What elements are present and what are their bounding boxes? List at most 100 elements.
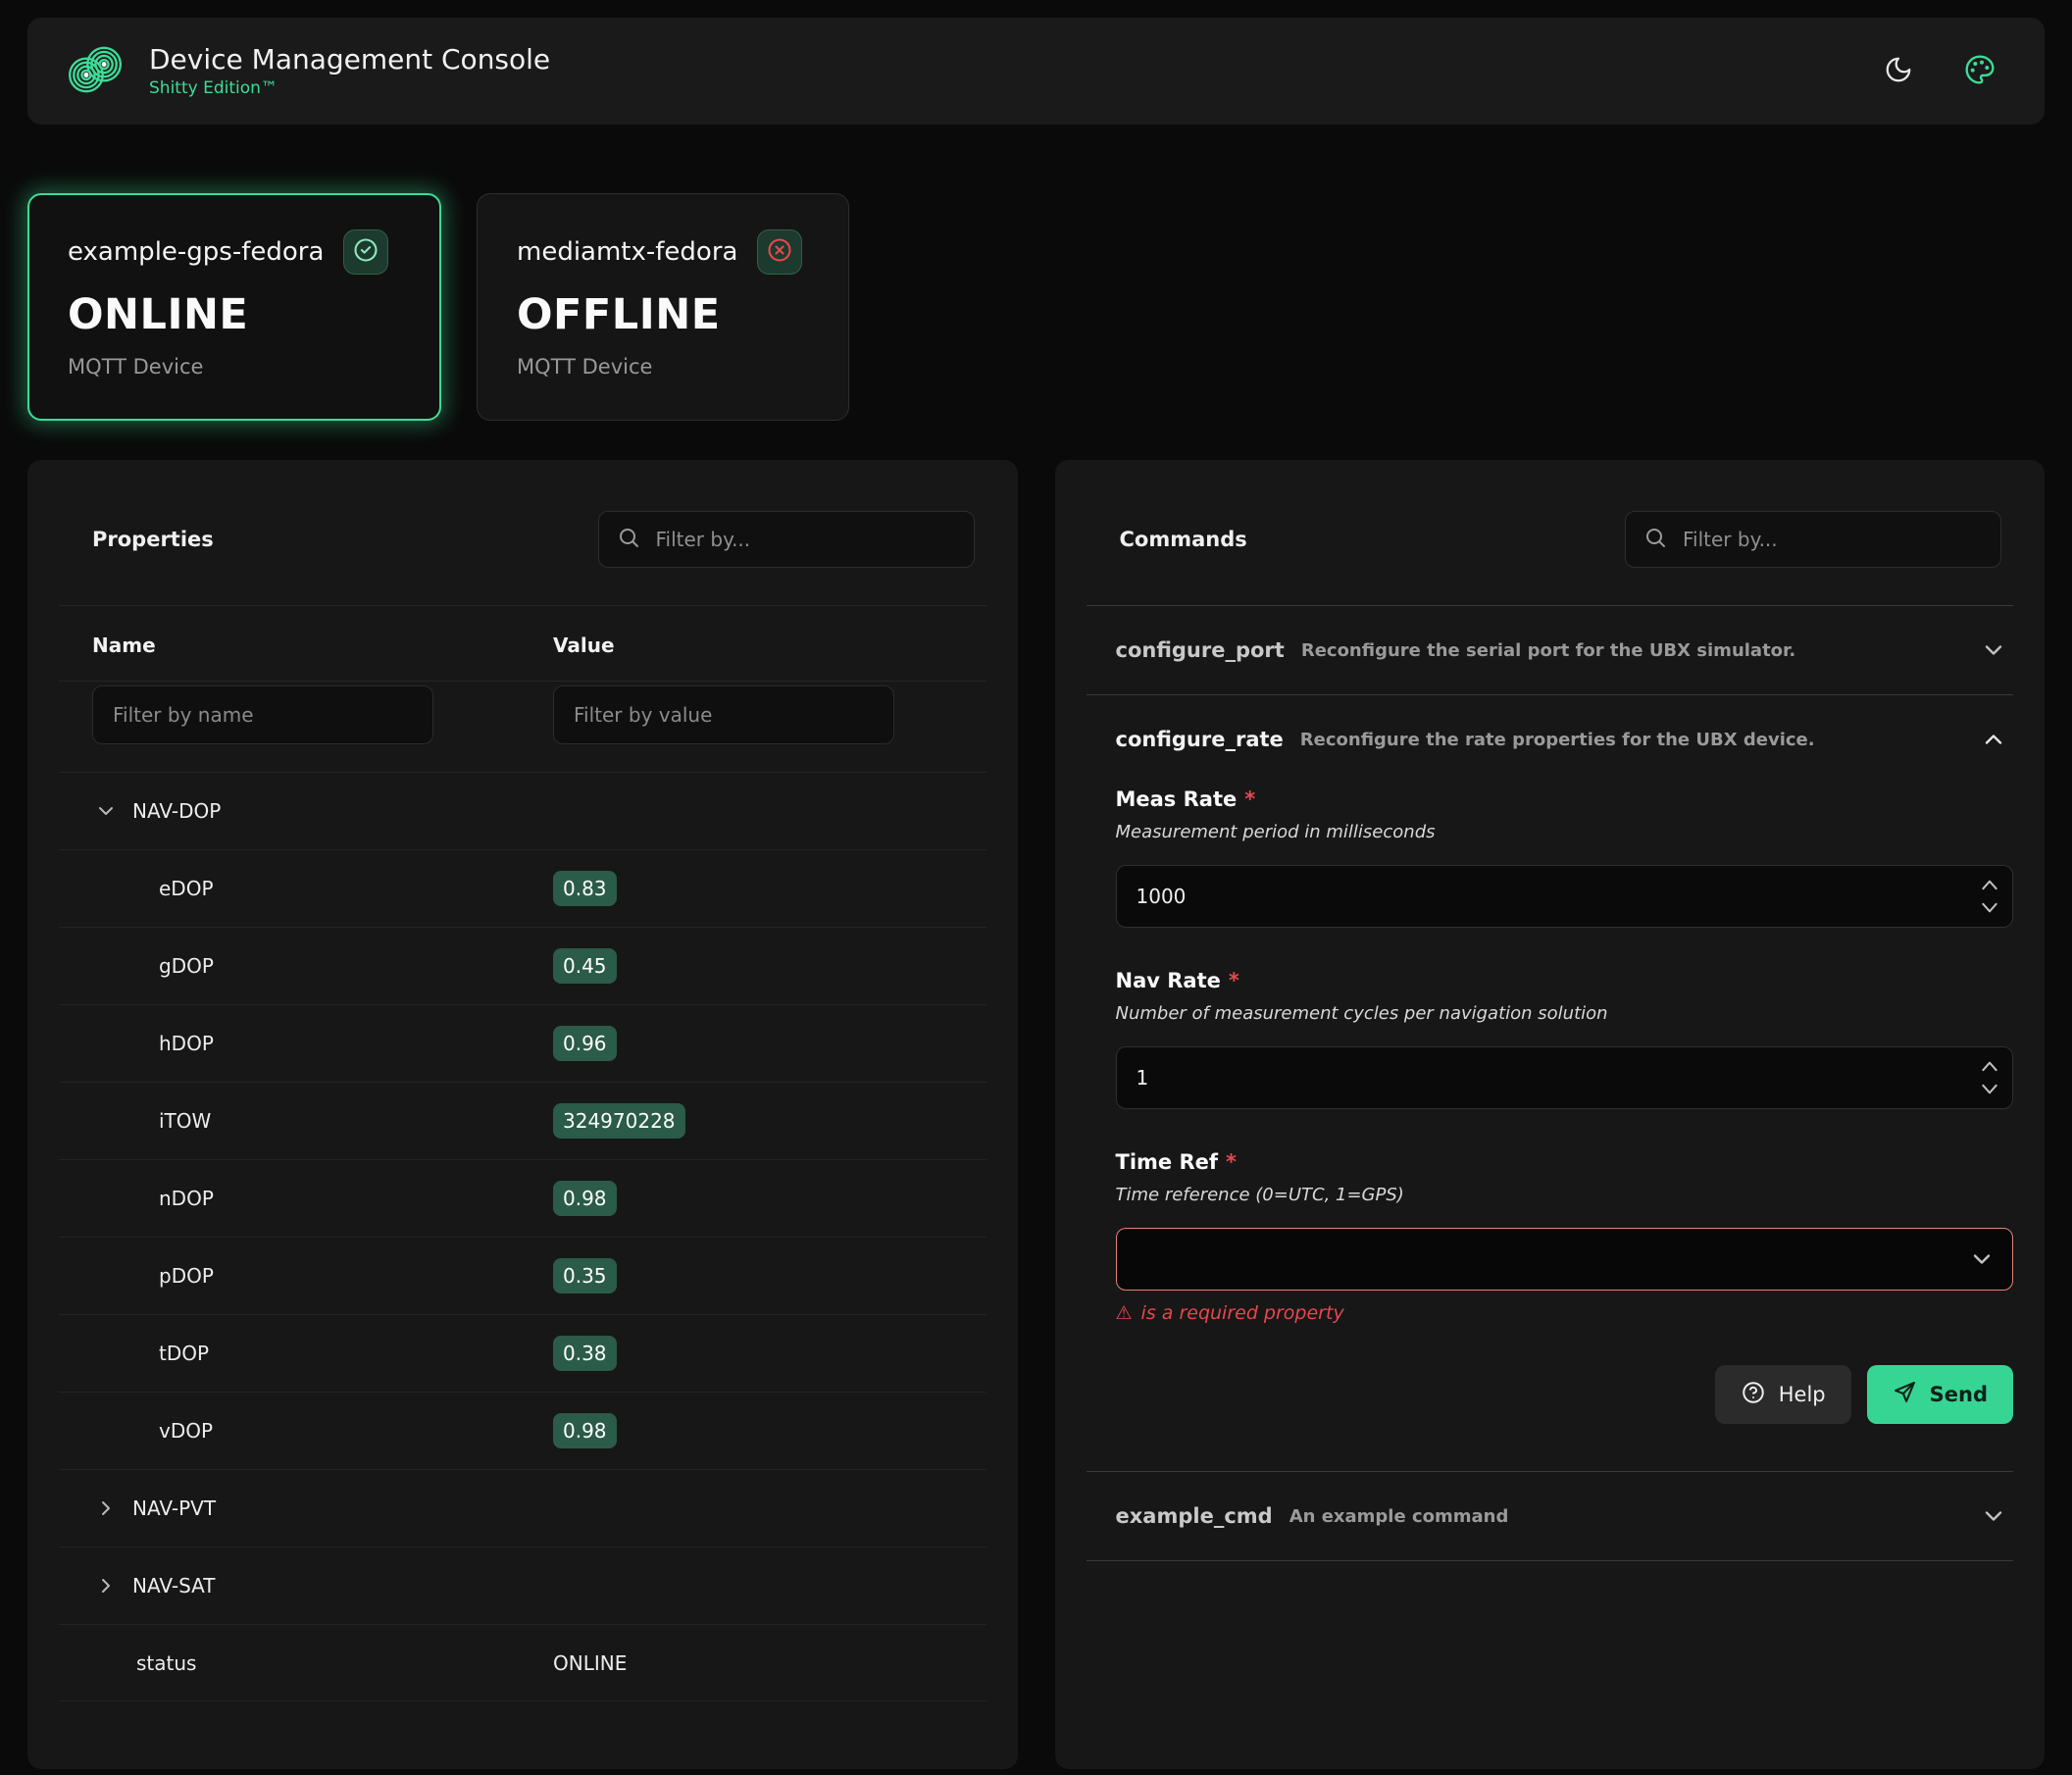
device-cards: example-gps-fedora ONLINE MQTT Device me…: [27, 193, 2045, 421]
command-description: An example command: [1289, 1506, 1509, 1527]
online-status-chip: [343, 229, 388, 275]
title-block: Device Management Console Shitty Edition…: [149, 44, 550, 98]
device-card-example-gps-fedora[interactable]: example-gps-fedora ONLINE MQTT Device: [27, 193, 441, 421]
commands-filter-box: [1625, 511, 2001, 568]
palette-icon: [1964, 54, 1996, 88]
warning-icon: ⚠: [1116, 1304, 1133, 1323]
table-row: hDOP 0.96: [59, 1004, 986, 1082]
commands-filter-input[interactable]: [1681, 527, 1983, 552]
property-name: gDOP: [59, 954, 553, 978]
help-circle-icon: [1741, 1380, 1766, 1410]
property-value-badge: 324970228: [553, 1103, 685, 1139]
value-filter-input[interactable]: [553, 685, 894, 744]
help-button[interactable]: Help: [1715, 1365, 1851, 1424]
property-name: hDOP: [59, 1032, 553, 1055]
value-column-header: Value: [553, 634, 986, 657]
field-time-ref: Time Ref* Time reference (0=UTC, 1=GPS) …: [1116, 1150, 2014, 1324]
send-button[interactable]: Send: [1867, 1365, 2013, 1424]
properties-title: Properties: [92, 528, 214, 551]
tree-group-nav-dop[interactable]: NAV-DOP: [59, 772, 986, 849]
property-value-badge: 0.38: [553, 1336, 617, 1371]
send-button-label: Send: [1930, 1383, 1988, 1406]
tree-group-nav-pvt[interactable]: NAV-PVT: [59, 1469, 986, 1547]
device-name: example-gps-fedora: [68, 237, 324, 267]
time-ref-select[interactable]: [1116, 1228, 2014, 1291]
required-asterisk: *: [1226, 1150, 1237, 1174]
command-name: configure_port: [1116, 638, 1285, 662]
x-circle-icon: [766, 236, 793, 268]
color-theme-button[interactable]: [1958, 48, 2001, 94]
commands-panel: Commands configure_port Reconfigure the …: [1055, 460, 2046, 1769]
properties-filter-box: [598, 511, 975, 568]
field-label: Nav Rate: [1116, 969, 1221, 992]
command-name: example_cmd: [1116, 1504, 1273, 1528]
field-helper: Number of measurement cycles per navigat…: [1116, 1003, 2014, 1024]
field-nav-rate: Nav Rate * Number of measurement cycles p…: [1116, 969, 2014, 1109]
property-value: ONLINE: [553, 1651, 986, 1675]
validation-error: ⚠ is a required property: [1116, 1302, 2014, 1324]
field-helper: Measurement period in milliseconds: [1116, 822, 2014, 842]
table-row: nDOP 0.98: [59, 1159, 986, 1237]
name-column-header: Name: [59, 634, 553, 657]
field-label: Meas Rate: [1116, 787, 1238, 811]
search-icon: [617, 526, 640, 553]
send-icon: [1893, 1380, 1917, 1409]
property-value-badge: 0.98: [553, 1181, 617, 1216]
required-asterisk: *: [1244, 787, 1255, 811]
check-circle-icon: [352, 236, 379, 268]
property-name: pDOP: [59, 1264, 553, 1288]
chevron-down-icon: [1980, 1502, 2007, 1530]
table-row: tDOP 0.38: [59, 1314, 986, 1392]
group-label: NAV-PVT: [132, 1496, 216, 1520]
chevron-down-icon: [1968, 1245, 1996, 1273]
property-name: status: [59, 1651, 553, 1675]
table-row: pDOP 0.35: [59, 1237, 986, 1314]
help-button-label: Help: [1779, 1383, 1826, 1406]
page: Device Management Console Shitty Edition…: [0, 0, 2072, 1775]
increment-button[interactable]: [1980, 1059, 1999, 1073]
command-example-cmd[interactable]: example_cmd An example command: [1087, 1472, 2014, 1560]
field-helper: Time reference (0=UTC, 1=GPS): [1116, 1185, 2014, 1205]
command-configure-rate[interactable]: configure_rate Reconfigure the rate prop…: [1087, 695, 2014, 784]
properties-panel: Properties Name Value: [27, 460, 1018, 1769]
property-value-badge: 0.45: [553, 948, 617, 984]
device-status: OFFLINE: [517, 290, 809, 339]
command-name: configure_rate: [1116, 728, 1284, 751]
decrement-button[interactable]: [1980, 901, 1999, 915]
device-name: mediamtx-fedora: [517, 237, 737, 267]
chevron-down-icon: [94, 799, 118, 823]
field-label: Time Ref: [1116, 1150, 1219, 1174]
group-label: NAV-SAT: [132, 1574, 216, 1598]
device-status: ONLINE: [68, 290, 401, 339]
tree-group-nav-sat[interactable]: NAV-SAT: [59, 1547, 986, 1624]
property-name: nDOP: [59, 1187, 553, 1210]
name-filter-input[interactable]: [92, 685, 433, 744]
properties-tree: NAV-DOP eDOP 0.83 gDOP 0.45 hDOP 0.96: [59, 772, 986, 1701]
search-icon: [1643, 526, 1667, 553]
error-text: is a required property: [1141, 1302, 1344, 1324]
offline-status-chip: [757, 229, 802, 275]
nav-rate-input[interactable]: [1116, 1046, 2014, 1109]
group-label: NAV-DOP: [132, 799, 221, 823]
meas-rate-input[interactable]: [1116, 865, 2014, 928]
table-row: gDOP 0.45: [59, 927, 986, 1004]
table-row: vDOP 0.98: [59, 1392, 986, 1469]
properties-filter-input[interactable]: [654, 527, 956, 552]
command-description: Reconfigure the serial port for the UBX …: [1301, 640, 1795, 661]
moon-icon: [1884, 55, 1913, 87]
property-value-badge: 0.98: [553, 1413, 617, 1448]
chevron-right-icon: [94, 1574, 118, 1598]
commands-title: Commands: [1120, 528, 1247, 551]
device-card-mediamtx-fedora[interactable]: mediamtx-fedora OFFLINE MQTT Device: [477, 193, 849, 421]
chevron-right-icon: [94, 1496, 118, 1520]
theme-toggle-button[interactable]: [1878, 49, 1919, 93]
app-logo-icon: [67, 41, 124, 102]
increment-button[interactable]: [1980, 878, 1999, 891]
table-row: iTOW 324970228: [59, 1082, 986, 1159]
decrement-button[interactable]: [1980, 1083, 1999, 1096]
required-asterisk: *: [1229, 969, 1239, 992]
table-row-status: status ONLINE: [59, 1624, 986, 1701]
property-value-badge: 0.35: [553, 1258, 617, 1293]
command-configure-port[interactable]: configure_port Reconfigure the serial po…: [1087, 606, 2014, 694]
property-name: tDOP: [59, 1342, 553, 1365]
